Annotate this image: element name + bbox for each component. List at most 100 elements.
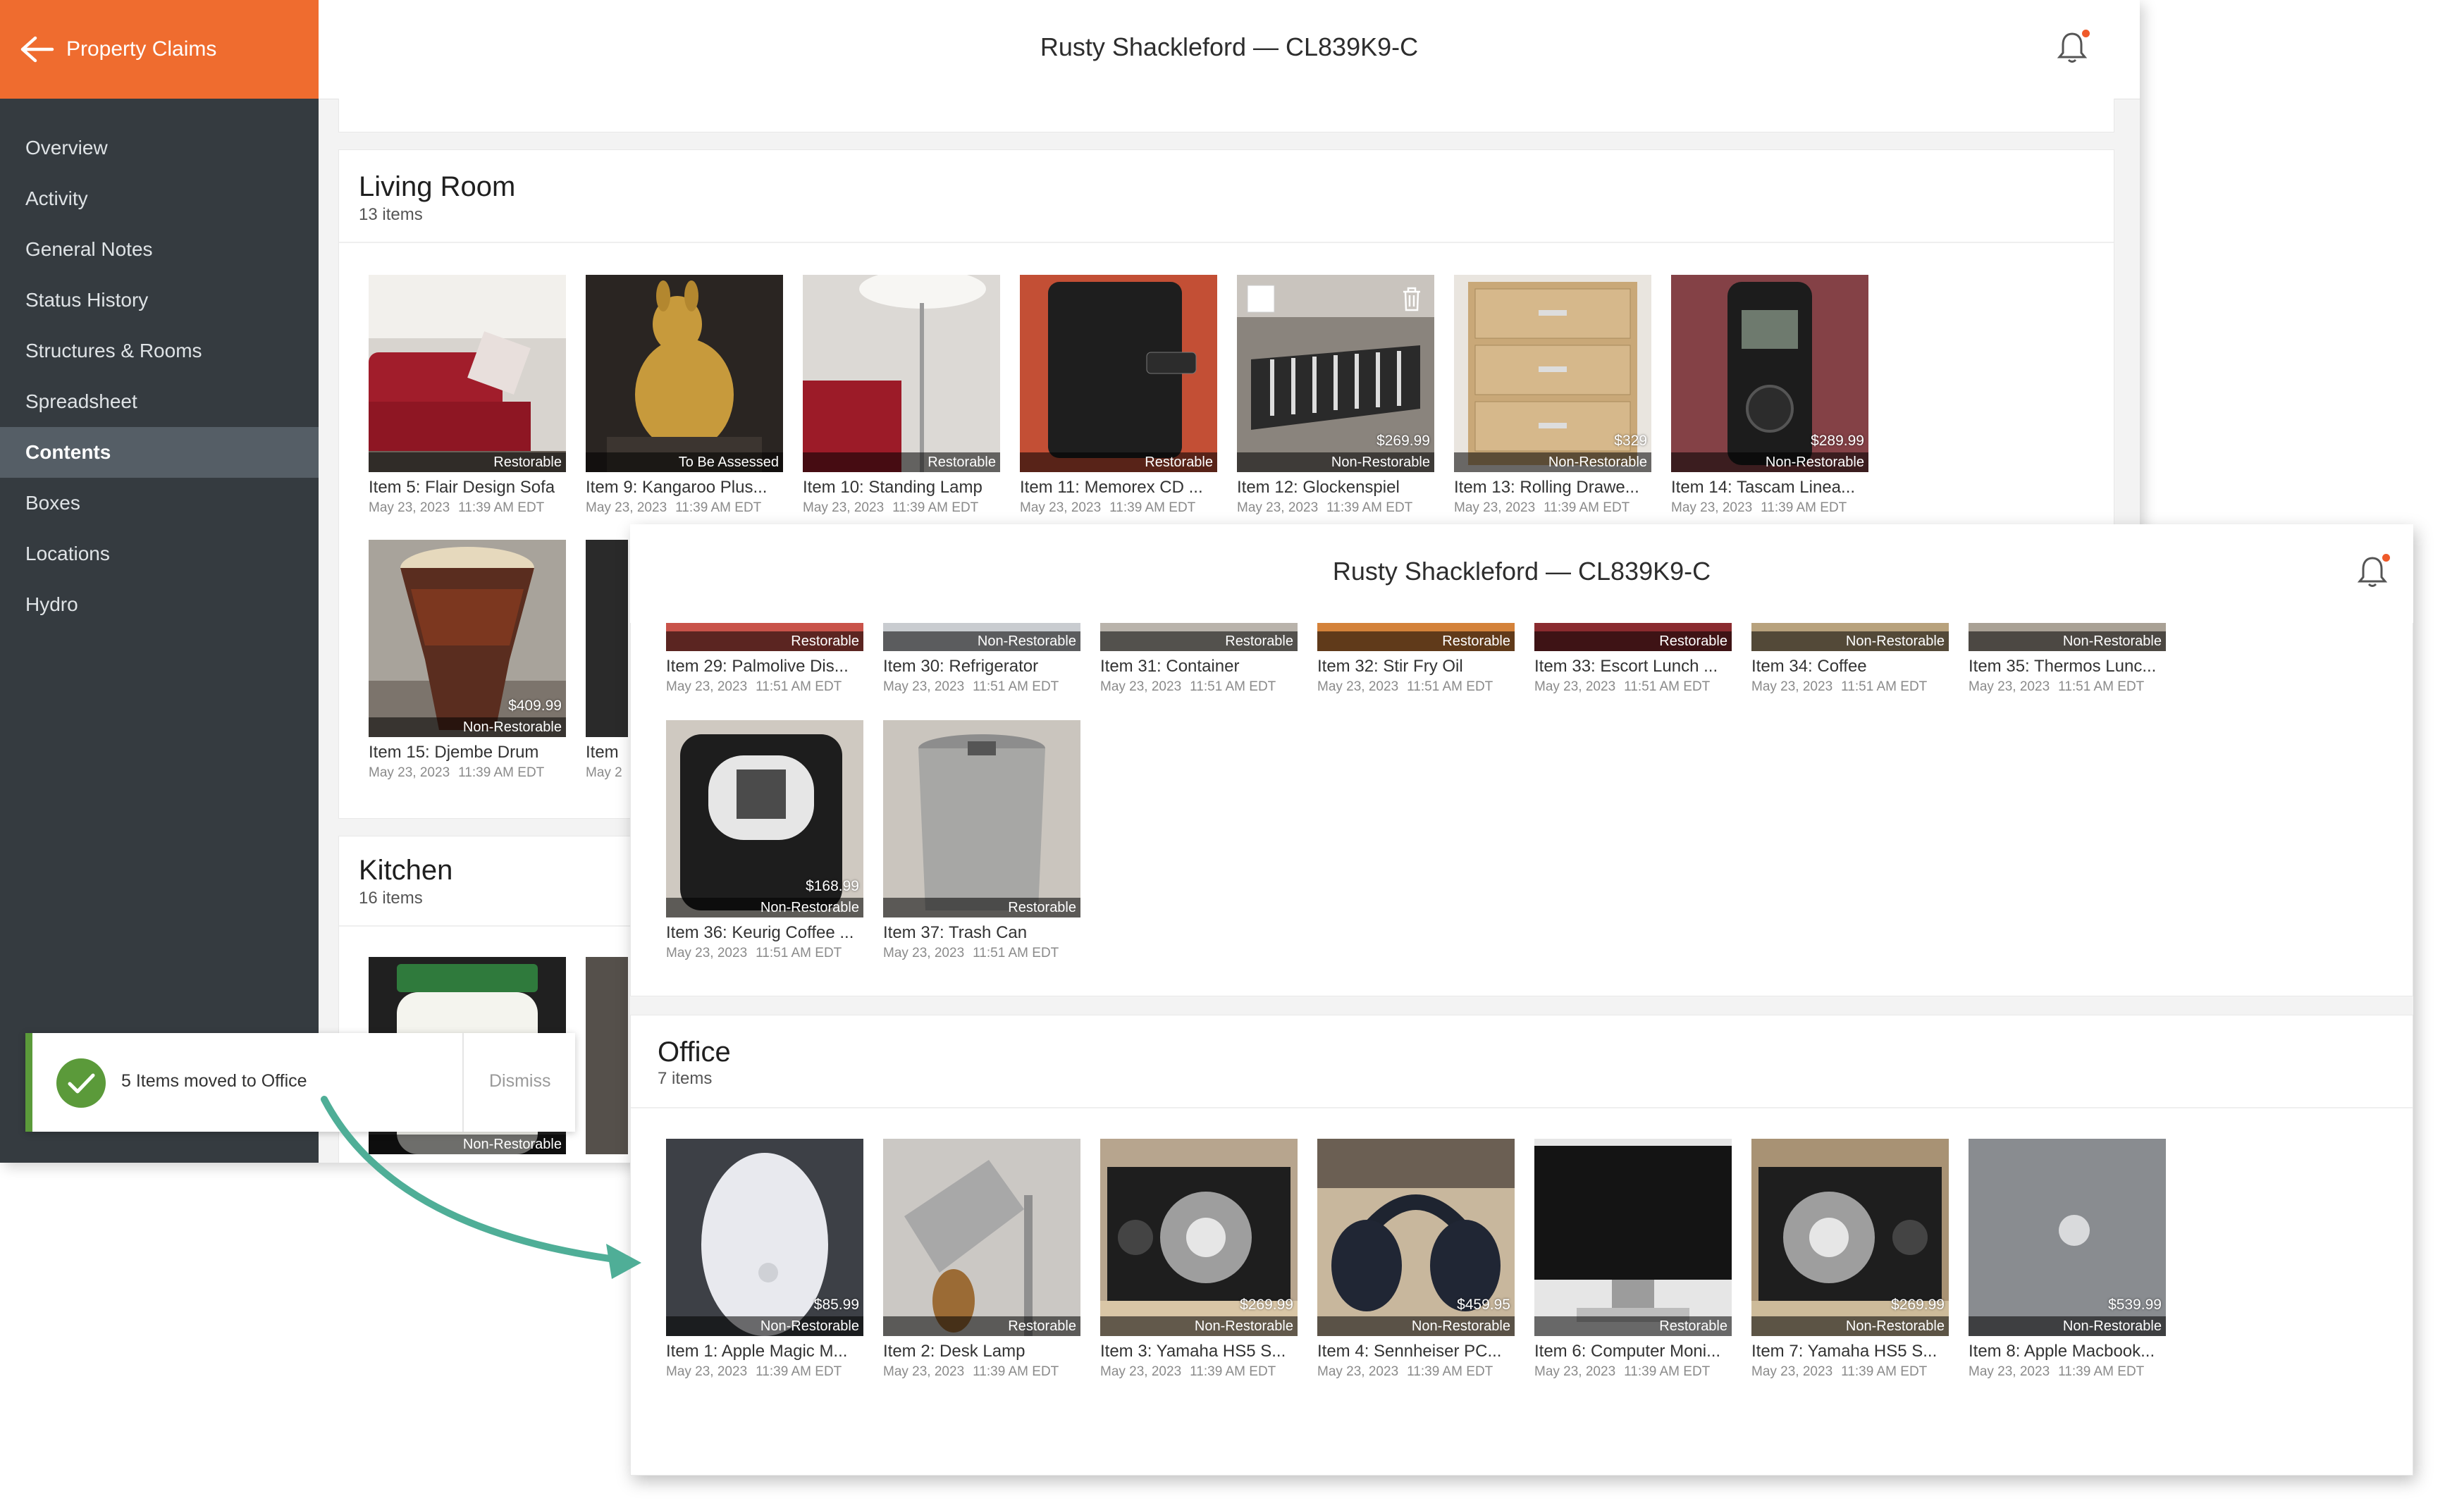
item-name: Item 34: Coffee xyxy=(1751,657,1867,676)
section-count: 16 items xyxy=(359,889,423,908)
item-date-time: 11:39 AM EDT xyxy=(1407,1364,1493,1379)
item-photo[interactable]: To Be Assessed xyxy=(586,275,783,472)
item-photo[interactable]: Restorable xyxy=(1020,275,1217,472)
item-photo[interactable]: Restorable xyxy=(1100,623,1298,651)
item-date-time: 11:39 AM EDT xyxy=(458,500,545,515)
item-date-day: May 2 xyxy=(586,765,622,780)
item-card[interactable]: Non-Restorable Item 34: Coffee May 23, 2… xyxy=(1751,623,1949,695)
item-card[interactable]: $269.99 Non-Restorable Item 12: Glockens… xyxy=(1237,275,1434,516)
item-card[interactable]: Restorable Item 29: Palmolive Dis... May… xyxy=(666,623,863,695)
sidebar-item-structures-rooms[interactable]: Structures & Rooms xyxy=(0,326,319,376)
item-card[interactable]: Restorable Item 33: Escort Lunch ... May… xyxy=(1534,623,1732,695)
sidebar-item-contents[interactable]: Contents xyxy=(0,427,319,478)
item-card[interactable]: $409.99 Non-Restorable Item 15: Djembe D… xyxy=(369,540,566,781)
item-date: May 23, 2023 11:51 AM EDT xyxy=(1969,679,2166,695)
sidebar-item-hydro[interactable]: Hydro xyxy=(0,579,319,630)
item-date-day: May 23, 2023 xyxy=(1534,679,1616,694)
item-photo[interactable]: $269.99 Non-Restorable xyxy=(1751,1139,1949,1336)
sidebar-item-overview[interactable]: Overview xyxy=(0,123,319,173)
item-date-day: May 23, 2023 xyxy=(883,679,965,694)
item-name: Item 6: Computer Moni... xyxy=(1534,1342,1721,1361)
trash-icon[interactable] xyxy=(1399,285,1424,313)
item-card[interactable]: $329 Non-Restorable Item 13: Rolling Dra… xyxy=(1454,275,1651,516)
item-date-time: 11:51 AM EDT xyxy=(1841,679,1928,694)
back-to-property-claims[interactable]: Property Claims xyxy=(0,0,319,99)
back-label: Property Claims xyxy=(66,37,217,61)
item-card[interactable]: Restorable Item 32: Stir Fry Oil May 23,… xyxy=(1317,623,1515,695)
item-card[interactable]: Restorable Item 31: Container May 23, 20… xyxy=(1100,623,1298,695)
sidebar-item-spreadsheet[interactable]: Spreadsheet xyxy=(0,376,319,427)
item-photo[interactable]: $289.99 Non-Restorable xyxy=(1671,275,1868,472)
item-card[interactable]: Non-Restorable Item 35: Thermos Lunc... … xyxy=(1969,623,2166,695)
item-photo[interactable]: Restorable xyxy=(803,275,1000,472)
item-photo[interactable]: Restorable xyxy=(1534,1139,1732,1336)
item-photo[interactable] xyxy=(586,540,628,737)
item-photo[interactable]: Restorable xyxy=(666,623,863,651)
item-name: Item 10: Standing Lamp xyxy=(803,478,982,497)
item-photo[interactable]: Restorable xyxy=(883,1139,1080,1336)
item-date: May 23, 2023 11:39 AM EDT xyxy=(1969,1364,2166,1380)
item-date-time: 11:39 AM EDT xyxy=(1624,1364,1711,1379)
item-status-badge: Restorable xyxy=(1534,631,1732,651)
item-photo[interactable]: $269.99 Non-Restorable xyxy=(1100,1139,1298,1336)
item-date-day: May 23, 2023 xyxy=(369,500,450,515)
item-date: May 23, 2023 11:51 AM EDT xyxy=(1534,679,1732,695)
item-status-badge: Restorable xyxy=(883,1316,1080,1336)
item-date-day: May 23, 2023 xyxy=(1751,679,1833,694)
item-card[interactable]: To Be Assessed Item 9: Kangaroo Plus... … xyxy=(586,275,783,516)
item-photo[interactable]: Non-Restorable xyxy=(883,623,1080,651)
item-card[interactable]: Restorable Item 5: Flair Design Sofa May… xyxy=(369,275,566,516)
sidebar-item-activity[interactable]: Activity xyxy=(0,173,319,224)
item-card[interactable]: Non-Restorable Item 30: Refrigerator May… xyxy=(883,623,1080,695)
item-photo[interactable]: Restorable xyxy=(369,275,566,472)
item-photo[interactable]: $329 Non-Restorable xyxy=(1454,275,1651,472)
sidebar-item-general-notes[interactable]: General Notes xyxy=(0,224,319,275)
item-name: Item 14: Tascam Linea... xyxy=(1671,478,1856,497)
item-card[interactable]: $85.99 Non-Restorable Item 1: Apple Magi… xyxy=(666,1139,863,1380)
item-status-badge: Non-Restorable xyxy=(883,631,1080,651)
item-card[interactable]: $289.99 Non-Restorable Item 14: Tascam L… xyxy=(1671,275,1868,516)
item-price: $269.99 xyxy=(1240,1297,1293,1313)
item-card[interactable]: Item May 2 xyxy=(586,540,628,781)
item-date: May 23, 2023 11:39 AM EDT xyxy=(1454,500,1651,516)
item-photo[interactable]: $539.99 Non-Restorable xyxy=(1969,1139,2166,1336)
item-date-time: 11:39 AM EDT xyxy=(892,500,979,515)
item-card[interactable]: Restorable Item 2: Desk Lamp May 23, 202… xyxy=(883,1139,1080,1380)
item-photo[interactable]: Restorable xyxy=(1317,623,1515,651)
sidebar-item-status-history[interactable]: Status History xyxy=(0,275,319,326)
item-name: Item 13: Rolling Drawe... xyxy=(1454,478,1639,497)
item-card[interactable]: $168.99 Non-Restorable Item 36: Keurig C… xyxy=(666,720,863,961)
item-date-day: May 23, 2023 xyxy=(1020,500,1102,515)
item-date-time: 11:51 AM EDT xyxy=(1407,679,1493,694)
item-photo[interactable]: Restorable xyxy=(883,720,1080,917)
checkbox-icon[interactable] xyxy=(1247,285,1275,313)
item-photo[interactable]: $269.99 Non-Restorable xyxy=(1237,275,1434,472)
item-date: May 23, 2023 11:39 AM EDT xyxy=(1100,1364,1298,1380)
item-card[interactable]: Restorable Item 10: Standing Lamp May 23… xyxy=(803,275,1000,516)
item-photo[interactable]: $168.99 Non-Restorable xyxy=(666,720,863,917)
item-photo[interactable]: Non-Restorable xyxy=(1751,623,1949,651)
section-count: 7 items xyxy=(658,1069,713,1088)
item-date-day: May 23, 2023 xyxy=(1969,679,2050,694)
item-status-badge: Restorable xyxy=(1020,452,1217,472)
sidebar-item-locations[interactable]: Locations xyxy=(0,529,319,579)
item-photo[interactable]: Restorable xyxy=(1534,623,1732,651)
item-card[interactable]: Restorable Item 6: Computer Moni... May … xyxy=(1534,1139,1732,1380)
item-photo[interactable]: $459.95 Non-Restorable xyxy=(1317,1139,1515,1336)
item-card[interactable]: Restorable Item 37: Trash Can May 23, 20… xyxy=(883,720,1080,961)
item-card[interactable]: Restorable Item 11: Memorex CD ... May 2… xyxy=(1020,275,1217,516)
sidebar-item-boxes[interactable]: Boxes xyxy=(0,478,319,529)
item-date-day: May 23, 2023 xyxy=(883,1364,965,1379)
notification-dot xyxy=(2082,30,2090,37)
item-card[interactable]: $269.99 Non-Restorable Item 3: Yamaha HS… xyxy=(1100,1139,1298,1380)
item-photo[interactable]: Non-Restorable xyxy=(1969,623,2166,651)
item-card[interactable]: $539.99 Non-Restorable Item 8: Apple Mac… xyxy=(1969,1139,2166,1380)
item-photo[interactable]: $85.99 Non-Restorable xyxy=(666,1139,863,1336)
arrow-left-icon xyxy=(20,36,54,63)
item-photo[interactable]: $409.99 Non-Restorable xyxy=(369,540,566,737)
item-card[interactable]: $459.95 Non-Restorable Item 4: Sennheise… xyxy=(1317,1139,1515,1380)
section-count: 13 items xyxy=(359,205,423,224)
item-card[interactable]: $269.99 Non-Restorable Item 7: Yamaha HS… xyxy=(1751,1139,1949,1380)
section-title: Kitchen xyxy=(359,855,453,886)
item-date-day: May 23, 2023 xyxy=(1751,1364,1833,1379)
